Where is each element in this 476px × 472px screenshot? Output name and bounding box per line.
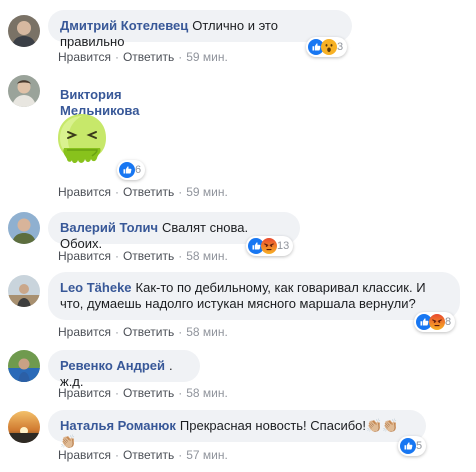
- reaction-summary[interactable]: 3: [306, 37, 348, 57]
- comment-author[interactable]: Дмитрий Котелевец: [60, 18, 188, 33]
- reply-link[interactable]: Ответить: [123, 50, 174, 64]
- separator: ·: [114, 325, 119, 339]
- comment-text: Прекрасная новость! Спасибо!: [179, 418, 366, 433]
- avatar[interactable]: [8, 411, 40, 443]
- reaction-summary[interactable]: 13: [246, 236, 294, 256]
- reaction-summary[interactable]: 5: [398, 436, 427, 456]
- separator: ·: [178, 50, 183, 64]
- separator: ·: [114, 249, 119, 263]
- vomiting-sticker: [50, 108, 114, 172]
- comment-actions: Нравится · Ответить · 58 мин.: [58, 249, 228, 263]
- reaction-count: 6: [135, 164, 142, 176]
- angry-reaction-icon: [429, 314, 445, 330]
- comment-time[interactable]: 59 мин.: [186, 185, 228, 199]
- comment-time[interactable]: 58 мин.: [186, 325, 228, 339]
- reaction-count: 13: [277, 240, 290, 252]
- reply-link[interactable]: Ответить: [123, 325, 174, 339]
- wow-reaction-icon: [321, 39, 337, 55]
- comment-time[interactable]: 57 мин.: [186, 448, 228, 462]
- separator: ·: [178, 325, 183, 339]
- comment-time[interactable]: 59 мин.: [186, 50, 228, 64]
- avatar[interactable]: [8, 275, 40, 307]
- avatar[interactable]: [8, 75, 40, 107]
- comment-author[interactable]: Валерий Толич: [60, 220, 158, 235]
- like-link[interactable]: Нравится: [58, 386, 111, 400]
- separator: ·: [178, 249, 183, 263]
- like-link[interactable]: Нравится: [58, 325, 111, 339]
- comment-author[interactable]: Ревенко Андрей: [60, 358, 165, 373]
- like-reaction-icon: [119, 162, 135, 178]
- reply-link[interactable]: Ответить: [123, 448, 174, 462]
- reply-link[interactable]: Ответить: [123, 249, 174, 263]
- reaction-count: 8: [445, 316, 452, 328]
- like-link[interactable]: Нравится: [58, 448, 111, 462]
- separator: ·: [178, 185, 183, 199]
- reaction-summary[interactable]: 6: [117, 160, 146, 180]
- reply-link[interactable]: Ответить: [123, 185, 174, 199]
- angry-reaction-icon: [261, 238, 277, 254]
- comment-bubble: Виктория Мельникова: [48, 79, 218, 118]
- like-link[interactable]: Нравится: [58, 50, 111, 64]
- comment-time[interactable]: 58 мин.: [186, 386, 228, 400]
- comment-bubble: Дмитрий Котелевец Отлично и это правильно: [48, 10, 352, 49]
- separator: ·: [178, 386, 183, 400]
- avatar[interactable]: [8, 212, 40, 244]
- separator: ·: [114, 386, 119, 400]
- separator: ·: [114, 185, 119, 199]
- comment-bubble: Leo Täheke Как-то по дебильному, как гова…: [48, 272, 460, 320]
- reply-link[interactable]: Ответить: [123, 386, 174, 400]
- like-reaction-icon: [400, 438, 416, 454]
- comment-actions: Нравится · Ответить · 58 мин.: [58, 386, 228, 400]
- avatar[interactable]: [8, 15, 40, 47]
- comment-actions: Нравится · Ответить · 59 мин.: [58, 185, 228, 199]
- reaction-count: 3: [337, 41, 344, 53]
- like-link[interactable]: Нравится: [58, 249, 111, 263]
- comment-actions: Нравится · Ответить · 58 мин.: [58, 325, 228, 339]
- comment-author[interactable]: Leo Täheke: [60, 280, 132, 295]
- separator: ·: [178, 448, 183, 462]
- reaction-summary[interactable]: 8: [414, 312, 456, 332]
- comment-actions: Нравится · Ответить · 57 мин.: [58, 448, 228, 462]
- separator: ·: [114, 448, 119, 462]
- comment-actions: Нравится · Ответить · 59 мин.: [58, 50, 228, 64]
- like-link[interactable]: Нравится: [58, 185, 111, 199]
- comment-bubble: Ревенко Андрей. ж.д.: [48, 350, 200, 389]
- separator: ·: [114, 50, 119, 64]
- avatar[interactable]: [8, 350, 40, 382]
- comment-bubble: Наталья Романюк Прекрасная новость! Спаси…: [48, 410, 426, 449]
- comment-author[interactable]: Наталья Романюк: [60, 418, 176, 433]
- comment-time[interactable]: 58 мин.: [186, 249, 228, 263]
- reaction-count: 5: [416, 440, 423, 452]
